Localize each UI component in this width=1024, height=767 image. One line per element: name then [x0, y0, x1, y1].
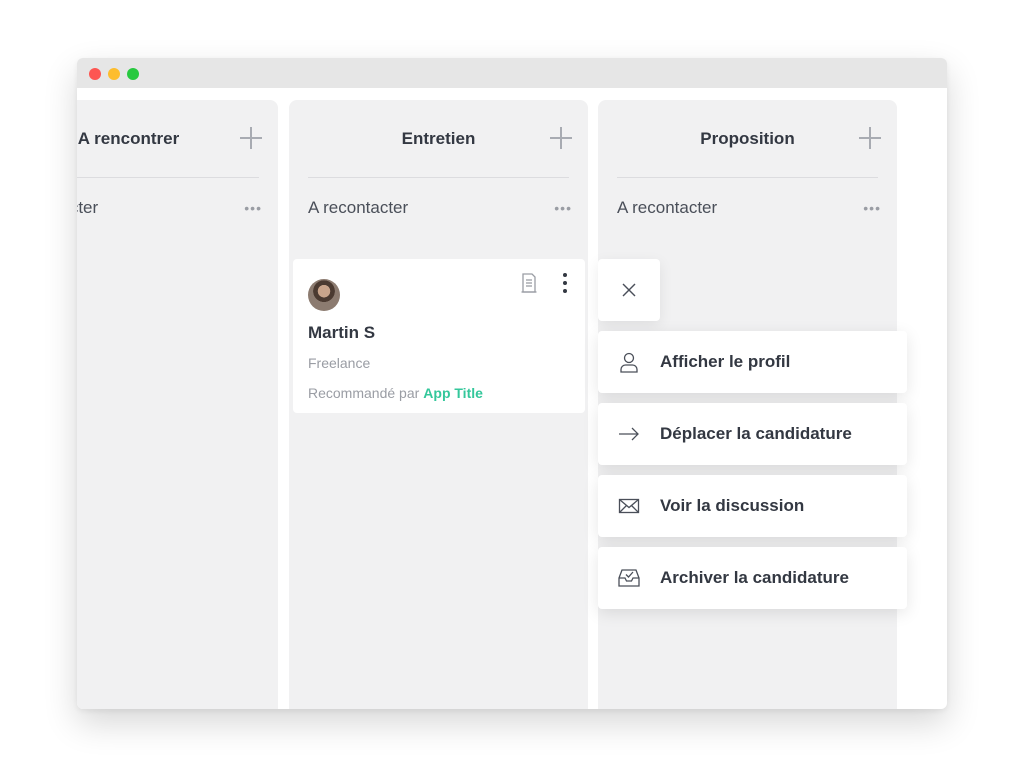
add-icon[interactable] — [239, 126, 263, 150]
menu-item-label: Voir la discussion — [660, 496, 805, 515]
more-options-icon[interactable]: ••• — [863, 200, 881, 216]
menu-item-label: Archiver la candidature — [660, 568, 849, 587]
column-header: A rencontrer — [77, 100, 262, 178]
column-a-rencontrer: A rencontrer A recontacter ••• — [77, 100, 278, 709]
column-title: Entretien — [401, 129, 476, 148]
recommended-prefix: Recommandé par — [308, 385, 420, 401]
close-menu-button[interactable] — [598, 259, 660, 321]
user-icon — [620, 352, 638, 373]
candidate-card[interactable]: Martin S Freelance Recommandé par App Tit… — [293, 259, 585, 413]
column-title: Proposition — [700, 129, 795, 148]
arrow-right-icon — [619, 427, 639, 441]
candidate-name: Martin S — [308, 323, 376, 342]
column-header: Entretien — [308, 100, 572, 178]
document-icon[interactable] — [521, 273, 537, 293]
menu-item-deplacer-candidature[interactable]: Déplacer la candidature — [598, 403, 907, 465]
close-icon — [622, 283, 636, 297]
window-titlebar — [77, 58, 947, 88]
column-header: Proposition — [617, 100, 881, 178]
more-options-icon[interactable]: ••• — [244, 200, 262, 216]
avatar — [308, 279, 340, 311]
menu-item-afficher-profil[interactable]: Afficher le profil — [598, 331, 907, 393]
close-window-button[interactable] — [89, 68, 101, 80]
archive-icon — [618, 569, 640, 587]
more-options-icon[interactable]: ••• — [554, 200, 572, 216]
maximize-window-button[interactable] — [127, 68, 139, 80]
column-title: A rencontrer — [77, 129, 180, 148]
group-label: A recontacter — [617, 198, 718, 217]
recommender-link[interactable]: App Title — [423, 385, 483, 401]
recommended-line: Recommandé par App Title — [308, 385, 483, 401]
browser-window: A rencontrer A recontacter ••• Entretien… — [77, 58, 947, 709]
group-label: A recontacter — [308, 198, 409, 217]
menu-item-label: Afficher le profil — [660, 352, 791, 371]
minimize-window-button[interactable] — [108, 68, 120, 80]
candidate-type: Freelance — [308, 355, 371, 371]
add-icon[interactable] — [858, 126, 882, 150]
menu-item-label: Déplacer la candidature — [660, 424, 852, 443]
menu-item-voir-discussion[interactable]: Voir la discussion — [598, 475, 907, 537]
menu-item-archiver-candidature[interactable]: Archiver la candidature — [598, 547, 907, 609]
add-icon[interactable] — [549, 126, 573, 150]
group-label: A recontacter — [77, 198, 99, 217]
envelope-icon — [618, 498, 640, 514]
kebab-menu-icon[interactable] — [557, 271, 573, 297]
